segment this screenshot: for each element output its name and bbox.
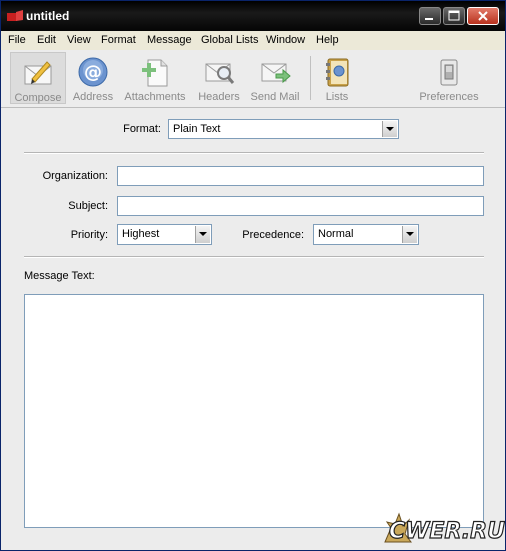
at-sign-icon: @: [78, 57, 108, 87]
toolbar: Compose @ Address Attachments Headers Se…: [1, 50, 505, 108]
priority-select[interactable]: Highest: [117, 224, 212, 245]
attachments-label: Attachments: [124, 91, 186, 103]
attachment-add-icon: [142, 59, 168, 87]
compose-button[interactable]: Compose: [10, 52, 66, 104]
divider: [24, 256, 484, 258]
preferences-button[interactable]: Preferences: [417, 52, 481, 104]
message-text-label: Message Text:: [24, 270, 95, 282]
watermark-text: CWER.RU: [389, 519, 505, 544]
lists-button[interactable]: Lists: [319, 52, 355, 104]
format-select-value: Plain Text: [173, 123, 221, 135]
headers-label: Headers: [198, 91, 240, 103]
minimize-button[interactable]: [419, 7, 441, 25]
headers-button[interactable]: Headers: [195, 52, 243, 104]
menu-bar: File Edit View Format Message Global Lis…: [1, 31, 505, 51]
compose-form: Format: Plain Text Organization: Subject…: [1, 108, 505, 550]
svg-text:@: @: [84, 62, 102, 83]
menu-window[interactable]: Window: [266, 34, 305, 46]
menu-global-lists[interactable]: Global Lists: [201, 34, 258, 46]
chevron-down-icon[interactable]: [382, 121, 397, 137]
compose-label: Compose: [14, 92, 62, 104]
chevron-down-icon[interactable]: [402, 226, 417, 243]
maximize-icon: [448, 10, 460, 21]
chevron-down-icon[interactable]: [195, 226, 210, 243]
toolbar-separator: [310, 56, 311, 100]
preferences-label: Preferences: [419, 91, 479, 103]
title-bar[interactable]: untitled: [1, 1, 505, 31]
subject-label: Subject:: [68, 200, 108, 212]
priority-select-value: Highest: [122, 228, 160, 240]
menu-help[interactable]: Help: [316, 34, 339, 46]
headers-magnifier-icon: [205, 63, 235, 84]
lists-label: Lists: [325, 91, 349, 103]
maximize-button[interactable]: [443, 7, 465, 25]
address-book-icon: [326, 58, 349, 87]
close-icon: [478, 11, 488, 21]
menu-view[interactable]: View: [67, 34, 91, 46]
watermark-logo: CWER.RU: [384, 512, 505, 545]
format-select[interactable]: Plain Text: [168, 119, 399, 139]
mail-compose-window: untitled File Edit View Format Message G…: [0, 0, 506, 551]
priority-label: Priority:: [70, 229, 108, 241]
compose-envelope-icon: [24, 61, 52, 85]
format-label: Format:: [123, 123, 161, 135]
organization-label: Organization:: [42, 170, 108, 182]
message-textarea[interactable]: [24, 294, 484, 528]
minimize-icon: [425, 18, 433, 20]
divider: [24, 152, 484, 154]
menu-edit[interactable]: Edit: [37, 34, 56, 46]
send-envelope-icon: [261, 63, 291, 84]
light-switch-icon: [440, 59, 458, 86]
precedence-select-value: Normal: [318, 228, 354, 240]
precedence-select[interactable]: Normal: [313, 224, 419, 245]
address-label: Address: [72, 91, 114, 103]
menu-file[interactable]: File: [8, 34, 26, 46]
window-title: untitled: [26, 9, 70, 23]
attachments-button[interactable]: Attachments: [122, 52, 188, 104]
precedence-label: Precedence:: [242, 229, 304, 241]
close-button[interactable]: [467, 7, 499, 25]
address-button[interactable]: @ Address: [69, 52, 117, 104]
app-logo-icon: [7, 10, 23, 21]
subject-field[interactable]: [117, 196, 484, 216]
organization-field[interactable]: [117, 166, 484, 186]
send-mail-button[interactable]: Send Mail: [249, 52, 301, 104]
menu-format[interactable]: Format: [101, 34, 136, 46]
menu-message[interactable]: Message: [147, 34, 192, 46]
send-mail-label: Send Mail: [250, 91, 300, 103]
